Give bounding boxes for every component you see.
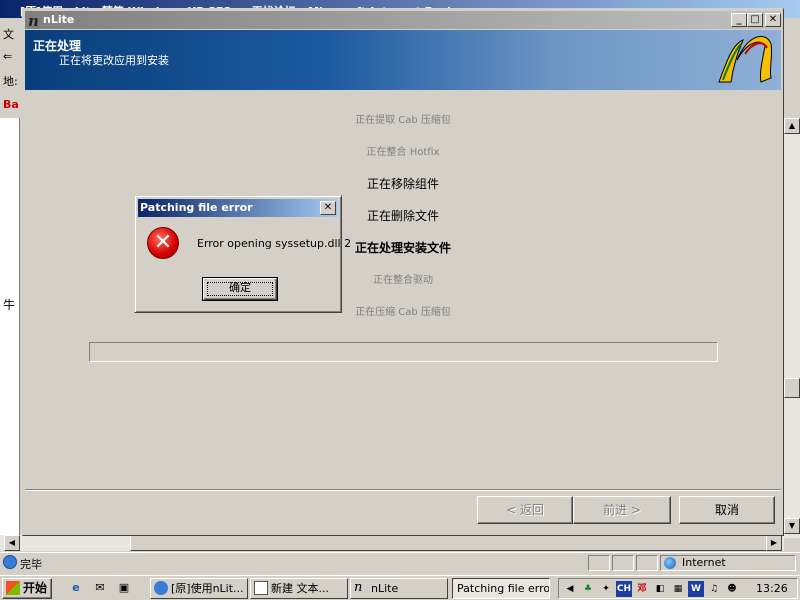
task-patching-error[interactable]: Patching file error bbox=[452, 578, 550, 599]
step-extract-cab: 正在提取 Cab 压缩包 bbox=[355, 115, 451, 126]
background-page-content: 牛 bbox=[0, 118, 20, 538]
progress-bar bbox=[89, 342, 718, 362]
globe-icon bbox=[664, 557, 676, 569]
desktop-quicklaunch-icon[interactable]: ▣ bbox=[116, 580, 132, 596]
notepad-icon bbox=[254, 581, 268, 595]
nlite-window-title: nLite bbox=[43, 13, 75, 26]
vertical-scrollbar[interactable]: ▲ ▼ bbox=[784, 118, 800, 538]
error-icon: ✕ bbox=[147, 227, 179, 259]
links-fragment[interactable]: Ba bbox=[3, 98, 19, 111]
minimize-icon[interactable]: _ bbox=[731, 13, 747, 27]
status-pane bbox=[636, 555, 658, 571]
ie-icon bbox=[154, 581, 168, 595]
task-label: Patching file error bbox=[457, 582, 550, 595]
ie-quicklaunch-icon[interactable]: e bbox=[68, 580, 84, 596]
tray-app-icon[interactable]: ▦ bbox=[670, 581, 686, 597]
windows-logo-icon bbox=[6, 581, 20, 595]
network-icon[interactable]: ♣ bbox=[580, 581, 596, 597]
scroll-right-icon[interactable]: ▶ bbox=[766, 535, 782, 551]
tray-app-icon[interactable]: ☻ bbox=[724, 581, 740, 597]
status-bar: 完毕 Internet bbox=[0, 552, 800, 572]
nlite-header-banner: 正在处理 正在将更改应用到安装 bbox=[25, 30, 781, 90]
nlite-icon: n bbox=[354, 580, 363, 595]
task-label: [原]使用nLit... bbox=[171, 582, 244, 595]
menu-fragment[interactable]: 文 bbox=[3, 26, 14, 42]
scroll-up-icon[interactable]: ▲ bbox=[784, 118, 800, 134]
scroll-down-icon[interactable]: ▼ bbox=[784, 518, 800, 534]
horizontal-scroll-thumb[interactable] bbox=[130, 535, 770, 551]
dialog-titlebar[interactable]: Patching file error ✕ bbox=[138, 199, 338, 217]
start-label: 开始 bbox=[23, 581, 48, 595]
status-pane bbox=[612, 555, 634, 571]
status-text: 完毕 bbox=[20, 558, 42, 571]
task-label: nLite bbox=[371, 582, 399, 595]
nlite-titlebar[interactable]: n nLite _ □ ✕ bbox=[25, 11, 781, 30]
dialog-message: Error opening syssetup.dll 2 bbox=[197, 237, 352, 250]
dialog-title: Patching file error bbox=[140, 201, 253, 214]
outlook-quicklaunch-icon[interactable]: ✉ bbox=[92, 580, 108, 596]
address-label-fragment: 地: bbox=[3, 75, 18, 88]
taskbar: 开始 e ✉ ▣ [原]使用nLit... 新建 文本... n nLite P… bbox=[0, 575, 800, 600]
next-button[interactable]: 前进 > bbox=[573, 496, 671, 524]
ime-icon[interactable]: 邓 bbox=[634, 581, 650, 597]
step-remove-components: 正在移除组件 bbox=[366, 177, 439, 191]
back-arrow-icon[interactable]: ⇐ bbox=[3, 50, 12, 63]
tray-app-icon[interactable]: ♫ bbox=[706, 581, 722, 597]
tray-app-icon[interactable]: ✦ bbox=[598, 581, 614, 597]
language-indicator[interactable]: CH bbox=[616, 581, 632, 597]
task-nlite[interactable]: n nLite bbox=[350, 578, 448, 599]
clock[interactable]: 13:26 bbox=[756, 582, 788, 595]
nlite-icon: n bbox=[28, 12, 39, 30]
page-subtitle: 正在将更改应用到安装 bbox=[59, 54, 169, 67]
maximize-icon[interactable]: □ bbox=[747, 13, 763, 27]
page-text-fragment: 牛 bbox=[3, 298, 16, 312]
task-notepad[interactable]: 新建 文本... bbox=[250, 578, 348, 599]
scroll-left-icon[interactable]: ◀ bbox=[4, 535, 20, 551]
volume-icon[interactable]: ◀ bbox=[562, 581, 578, 597]
start-button[interactable]: 开始 bbox=[2, 578, 52, 599]
ie-page-icon bbox=[3, 555, 17, 569]
status-pane bbox=[588, 555, 610, 571]
task-label: 新建 文本... bbox=[271, 582, 329, 595]
footer-divider bbox=[25, 489, 781, 491]
error-dialog: Patching file error ✕ ✕ Error opening sy… bbox=[134, 195, 351, 313]
zone-text: Internet bbox=[682, 556, 726, 569]
step-integrate-hotfix: 正在整合 Hotfix bbox=[366, 147, 440, 158]
cancel-button[interactable]: 取消 bbox=[679, 496, 775, 524]
task-ie[interactable]: [原]使用nLit... bbox=[150, 578, 248, 599]
zone-pane bbox=[660, 555, 796, 571]
back-button[interactable]: < 返回 bbox=[477, 496, 573, 524]
tray-app-icon[interactable]: W bbox=[688, 581, 704, 597]
focus-rect bbox=[207, 282, 273, 296]
tray-app-icon[interactable]: ◧ bbox=[652, 581, 668, 597]
ok-button[interactable]: 确定 bbox=[202, 277, 278, 301]
close-icon[interactable]: ✕ bbox=[765, 13, 781, 27]
scroll-thumb[interactable] bbox=[784, 378, 800, 398]
nlite-logo-icon bbox=[718, 36, 773, 83]
close-icon[interactable]: ✕ bbox=[320, 201, 336, 215]
horizontal-scrollbar[interactable]: ◀ ▶ bbox=[0, 535, 784, 551]
